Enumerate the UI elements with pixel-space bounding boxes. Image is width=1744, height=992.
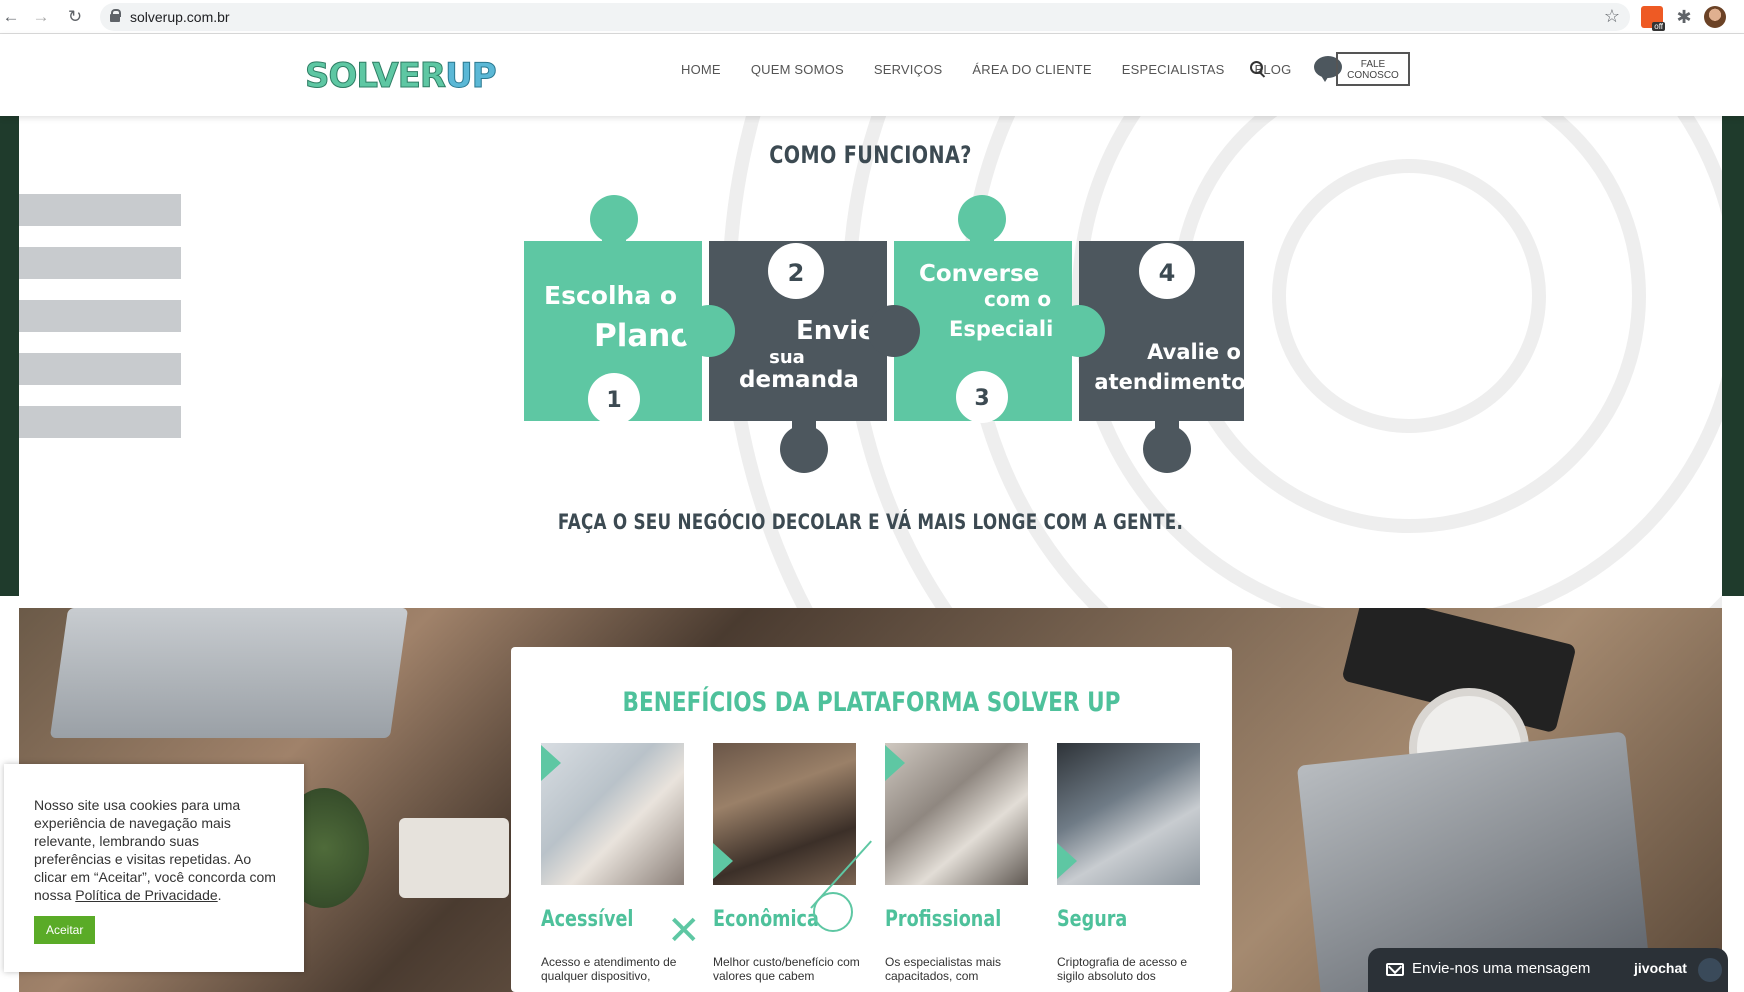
puzzle-piece-3: 3 Converse com o Especialista xyxy=(868,195,1090,423)
browser-toolbar: ← → ↻ solverup.com.br ☆ off ✱ xyxy=(0,0,1744,34)
laptop-photo-shape xyxy=(49,608,409,738)
benefit-desc: Acesso e atendimento de qualquer disposi… xyxy=(541,955,677,983)
step-1-number: 1 xyxy=(606,388,621,413)
step-2-line1: Envie xyxy=(796,316,876,346)
benefit-name: Profissional xyxy=(885,907,1002,932)
puzzle-piece-2: 2 Envie sua demanda xyxy=(683,241,887,473)
logo-solver: SOLVER xyxy=(304,56,446,97)
how-title: COMO FUNCIONA? xyxy=(769,141,972,169)
puzzle-piece-1: 1 Escolha o Plano xyxy=(524,195,702,425)
benefit-economica: Econômica Melhor custo/benefício com val… xyxy=(713,743,860,983)
benefit-segura: Segura Criptografia de acesso e sigilo a… xyxy=(1057,743,1200,983)
triangle-marker-icon xyxy=(885,745,905,781)
extension-off-icon[interactable]: off xyxy=(1641,6,1665,31)
triangle-marker-icon xyxy=(713,843,733,879)
back-arrow-icon[interactable]: ← xyxy=(0,6,22,28)
placeholder-bar xyxy=(19,194,181,226)
step-2-line2: sua xyxy=(769,347,805,368)
benefit-desc: Os especialistas mais capacitados, com xyxy=(885,955,1002,983)
benefit-photo xyxy=(541,743,684,885)
step-2-line3: demanda xyxy=(739,367,859,393)
address-bar[interactable]: solverup.com.br ☆ xyxy=(100,3,1630,31)
fale-label: FALE xyxy=(1360,59,1386,70)
socket-photo-shape xyxy=(399,818,509,898)
mail-icon xyxy=(1386,963,1404,976)
menu-home[interactable]: HOME xyxy=(681,62,721,77)
benefit-name: Econômica xyxy=(713,907,819,932)
benefit-desc: Criptografia de acesso e sigilo absoluto… xyxy=(1057,955,1188,983)
menu-quem-somos[interactable]: QUEM SOMOS xyxy=(751,62,844,77)
placeholder-bar xyxy=(19,353,181,385)
bookmark-star-icon[interactable]: ☆ xyxy=(1604,6,1620,27)
accept-cookies-button[interactable]: Aceitar xyxy=(34,916,96,944)
puzzle-piece-4: 4 Avalie o atendimento xyxy=(1053,241,1244,473)
menu-servicos[interactable]: SERVIÇOS xyxy=(874,62,943,77)
profile-avatar[interactable] xyxy=(1704,6,1726,28)
conosco-label: CONOSCO xyxy=(1347,70,1399,81)
logo-up: UP xyxy=(445,56,498,97)
triangle-marker-icon xyxy=(1057,843,1077,879)
step-2-number: 2 xyxy=(788,259,805,287)
triangle-marker-icon xyxy=(541,745,561,781)
reload-icon[interactable]: ↻ xyxy=(64,6,86,28)
benefit-acessivel: Acessível Acesso e atendimento de qualqu… xyxy=(541,743,684,983)
chat-brand: jivochat xyxy=(1634,960,1687,976)
tagline: FAÇA O SEU NEGÓCIO DECOLAR E VÁ MAIS LON… xyxy=(557,510,1184,534)
benefit-profissional: Profissional Os especialistas mais capac… xyxy=(885,743,1028,983)
extension-badge: off xyxy=(1652,22,1665,31)
lock-icon xyxy=(110,9,121,22)
how-it-works-section: COMO FUNCIONA? 1 Escolha o Plano 2 Envie xyxy=(19,116,1722,608)
main-menu: HOME QUEM SOMOS SERVIÇOS ÁREA DO CLIENTE… xyxy=(681,62,1291,77)
cookie-end: . xyxy=(217,887,222,903)
benefit-photo xyxy=(713,743,856,885)
benefit-name: Segura xyxy=(1057,907,1128,932)
decorative-x-icon: ✕ xyxy=(667,909,701,953)
chat-label[interactable]: Envie-nos uma mensagem xyxy=(1412,960,1590,977)
step-4-line1: Avalie o xyxy=(1147,340,1241,364)
step-1-line2: Plano xyxy=(594,318,692,354)
page-margin-left xyxy=(0,116,19,596)
benefits-card: BENEFÍCIOS DA PLATAFORMA SOLVER UP Acess… xyxy=(511,647,1232,992)
search-icon[interactable] xyxy=(1250,61,1266,77)
site-header: SOLVERUP HOME QUEM SOMOS SERVIÇOS ÁREA D… xyxy=(0,34,1744,116)
jivochat-logo-icon xyxy=(1698,958,1722,982)
cookie-notice: Nosso site usa cookies para uma experiên… xyxy=(4,764,304,972)
step-3-line1: Converse xyxy=(919,261,1039,287)
step-1-line1: Escolha o xyxy=(544,281,677,310)
menu-especialistas[interactable]: ESPECIALISTAS xyxy=(1122,62,1225,77)
placeholder-bars xyxy=(19,194,181,459)
extensions-puzzle-icon[interactable]: ✱ xyxy=(1673,6,1695,28)
step-4-number: 4 xyxy=(1159,259,1176,287)
puzzle-steps: 1 Escolha o Plano 2 Envie sua demanda 3 … xyxy=(524,195,1244,473)
benefits-title: BENEFÍCIOS DA PLATAFORMA SOLVER UP xyxy=(622,687,1121,718)
url-text[interactable]: solverup.com.br xyxy=(130,9,230,25)
step-4-line2: atendimento xyxy=(1094,370,1244,394)
forward-arrow-icon[interactable]: → xyxy=(30,6,52,28)
site-logo[interactable]: SOLVERUP xyxy=(304,56,498,97)
chat-widget[interactable]: Envie-nos uma mensagem jivochat xyxy=(1368,948,1728,992)
benefit-name: Acessível xyxy=(541,907,634,932)
benefit-desc: Melhor custo/benefício com valores que c… xyxy=(713,955,860,983)
step-3-line2: com o xyxy=(984,287,1051,311)
menu-area-do-cliente[interactable]: ÁREA DO CLIENTE xyxy=(972,62,1091,77)
page-margin-right xyxy=(1722,116,1744,596)
placeholder-bar xyxy=(19,300,181,332)
placeholder-bar xyxy=(19,406,181,438)
benefit-photo xyxy=(885,743,1028,885)
cookie-text: Nosso site usa cookies para uma experiên… xyxy=(34,796,278,904)
benefit-photo xyxy=(1057,743,1200,885)
placeholder-bar xyxy=(19,247,181,279)
step-3-number: 3 xyxy=(974,386,989,411)
fale-conosco-button[interactable]: FALE CONOSCO xyxy=(1336,52,1410,86)
privacy-policy-link[interactable]: Política de Privacidade xyxy=(75,887,217,903)
